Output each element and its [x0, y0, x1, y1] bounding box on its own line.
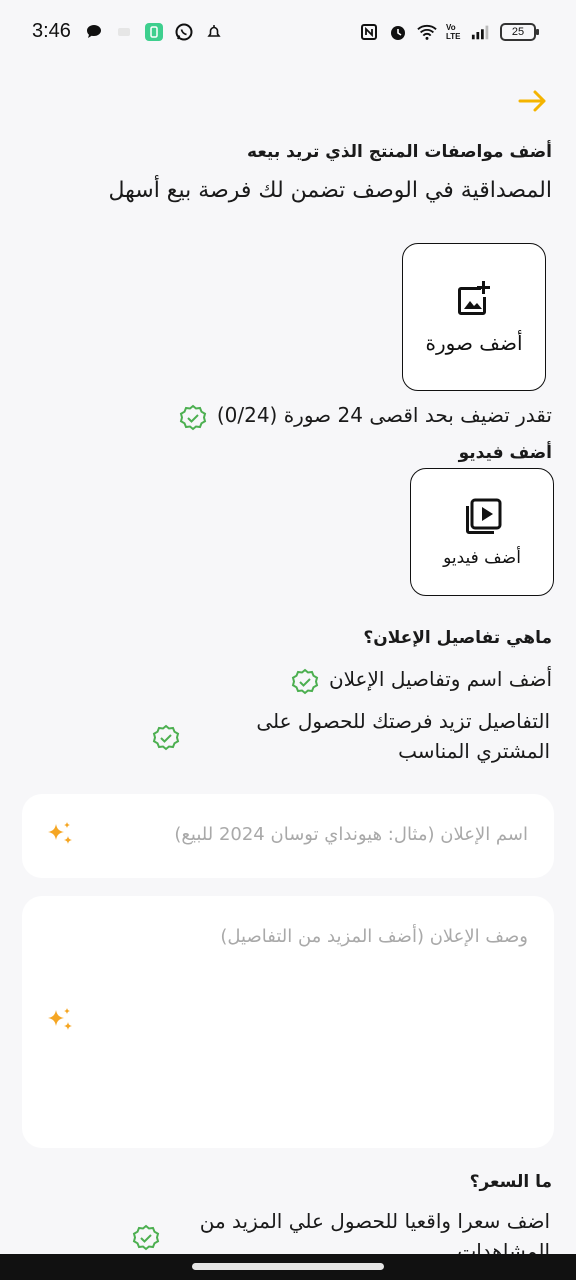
check-badge-icon — [132, 1224, 160, 1252]
details-tip-1: أضف اسم وتفاصيل الإعلان — [328, 667, 552, 691]
status-bar: 3:46 Vo LTE 25 — [0, 0, 576, 66]
add-video-button[interactable]: أضف فيديو — [410, 468, 554, 596]
whatsapp-icon — [174, 22, 194, 42]
add-video-title: أضف فيديو — [458, 443, 552, 463]
gesture-nav-bar — [0, 1254, 576, 1280]
nfc-icon — [359, 22, 379, 42]
product-specs-title: أضف مواصفات المنتج الذي تريد بيعه — [247, 142, 552, 162]
photo-limit-note: تقدر تضيف بحد اقصى 24 صورة (0/24) — [216, 403, 552, 427]
alarm-icon — [388, 22, 408, 42]
app-green-icon — [144, 22, 164, 42]
ad-name-input[interactable]: اسم الإعلان (مثال: هيونداي توسان 2024 لل… — [22, 794, 554, 878]
home-handle[interactable] — [192, 1263, 384, 1270]
video-library-icon — [461, 496, 503, 542]
chat-bubble-icon — [84, 22, 104, 42]
bell-icon — [204, 22, 224, 42]
signal-icon — [471, 22, 491, 42]
check-badge-icon — [152, 724, 180, 752]
faded-app-icon — [114, 22, 134, 42]
notification-icons — [84, 22, 224, 42]
ad-name-placeholder: اسم الإعلان (مثال: هيونداي توسان 2024 لل… — [174, 824, 528, 845]
details-tip-2: التفاصيل تزيد فرصتك للحصول على المشتري ا… — [256, 709, 550, 763]
product-specs-subtitle: المصداقية في الوصف تضمن لك فرصة بيع أسهل — [108, 178, 552, 203]
check-badge-icon — [179, 404, 207, 432]
system-icons: Vo LTE 25 — [359, 22, 539, 42]
status-time: 3:46 — [32, 20, 71, 42]
check-badge-icon — [291, 668, 319, 696]
price-title: ما السعر؟ — [469, 1172, 552, 1192]
add-photo-button[interactable]: أضف صورة — [402, 243, 546, 391]
details-tip-row-2: التفاصيل تزيد فرصتك للحصول على المشتري ا… — [152, 706, 552, 766]
volte-icon: Vo LTE — [446, 23, 461, 41]
sparkle-icon[interactable] — [44, 820, 76, 852]
battery-icon: 25 — [500, 23, 539, 41]
ad-description-placeholder: وصف الإعلان (أضف المزيد من التفاصيل) — [220, 926, 528, 947]
details-tip-row-1: أضف اسم وتفاصيل الإعلان — [291, 664, 552, 696]
add-photo-label: أضف صورة — [425, 331, 523, 355]
add-photo-icon — [453, 279, 495, 325]
photo-limit-row: تقدر تضيف بحد اقصى 24 صورة (0/24) — [179, 400, 552, 432]
arrow-right-icon[interactable] — [516, 84, 550, 118]
wifi-icon — [417, 22, 437, 42]
add-video-label: أضف فيديو — [443, 548, 521, 568]
ad-description-input[interactable]: وصف الإعلان (أضف المزيد من التفاصيل) — [22, 896, 554, 1148]
sparkle-icon[interactable] — [44, 1006, 76, 1038]
ad-details-title: ماهي تفاصيل الإعلان؟ — [363, 628, 552, 648]
